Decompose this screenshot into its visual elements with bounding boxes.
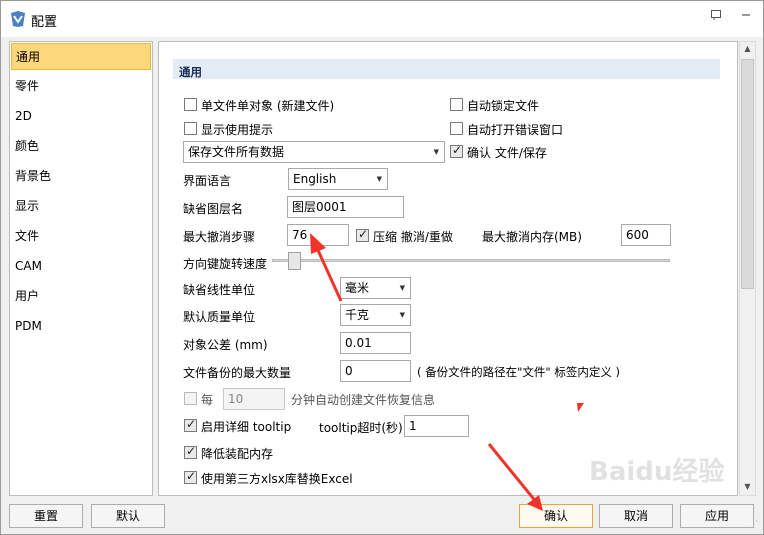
annotation-arrow-icon	[310, 233, 343, 302]
config-dialog: 配置 通用 零件 2D 颜色 背景色 显示 文件 CAM 用户 PDM ▲ ▼ …	[0, 0, 764, 535]
annotation-arrow-icon	[487, 443, 543, 511]
annotation-overlay	[310, 233, 584, 511]
annotation-marker-icon	[577, 403, 584, 412]
